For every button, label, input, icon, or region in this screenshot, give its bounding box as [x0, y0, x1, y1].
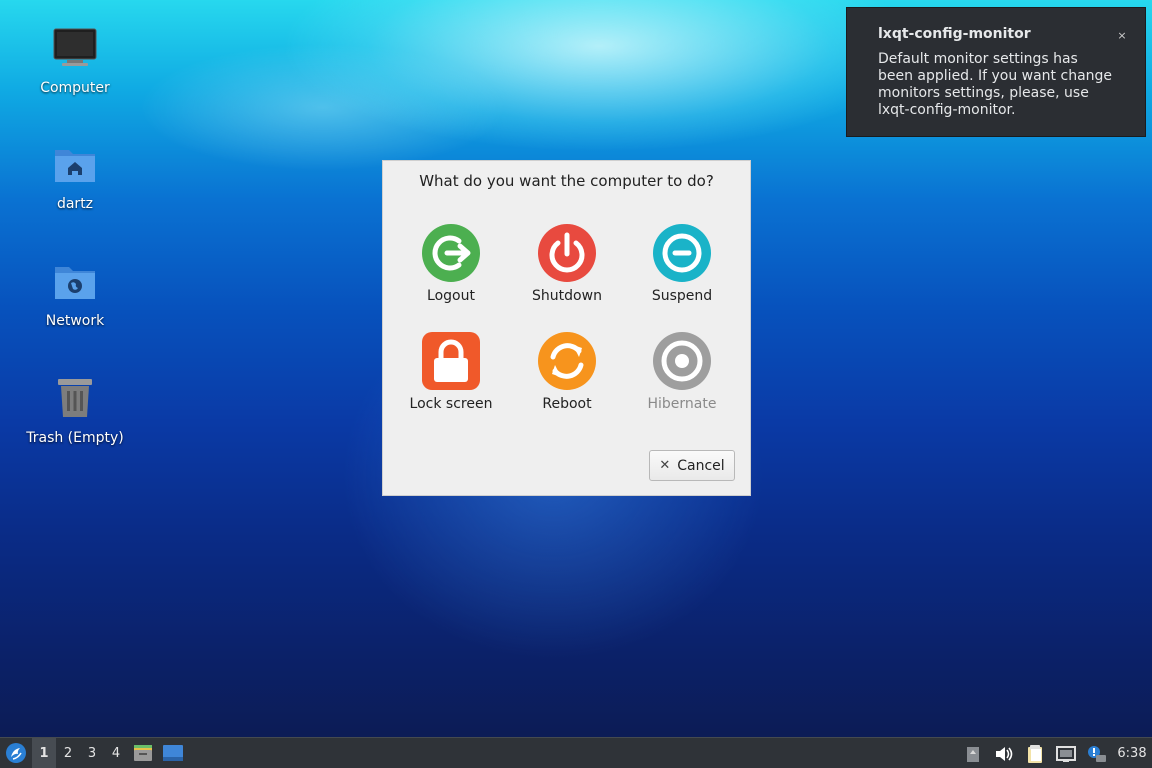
taskbar: 1 2 3 4 6:38: [0, 737, 1152, 768]
suspend-label: Suspend: [651, 288, 713, 304]
notification-body: Default monitor settings has been applie…: [878, 51, 1113, 118]
lock-screen-button[interactable]: Lock screen: [396, 331, 506, 412]
desktop-switch-2[interactable]: 2: [56, 738, 80, 768]
hibernate-icon: [653, 332, 711, 390]
shutdown-button[interactable]: Shutdown: [512, 223, 622, 304]
desktop-icon-network[interactable]: Network: [20, 257, 130, 329]
suspend-icon: [653, 224, 711, 282]
network-folder-icon: [51, 257, 99, 305]
network-icon[interactable]: [1050, 738, 1081, 768]
power-icon: [538, 224, 596, 282]
system-tray: 6:38: [957, 738, 1152, 768]
desktop-icon-label: Computer: [40, 80, 110, 96]
reboot-button[interactable]: Reboot: [512, 331, 622, 412]
computer-icon: [51, 24, 99, 72]
close-icon: ✕: [659, 458, 671, 473]
clipboard-icon[interactable]: [1019, 738, 1050, 768]
desktop-icon-label: Network: [45, 313, 105, 329]
home-folder-icon: [51, 140, 99, 188]
volume-icon[interactable]: [988, 738, 1019, 768]
battery-icon[interactable]: [957, 738, 988, 768]
shutdown-label: Shutdown: [532, 288, 602, 304]
trash-icon: [51, 374, 99, 422]
close-icon[interactable]: ×: [1113, 26, 1131, 44]
dialog-question: What do you want the computer to do?: [419, 172, 714, 190]
desktop-switch-1[interactable]: 1: [32, 737, 56, 768]
cancel-button[interactable]: ✕ Cancel: [649, 450, 735, 481]
logout-icon: [422, 224, 480, 282]
desktop-icon-label: dartz: [56, 196, 94, 212]
notification-title: lxqt-config-monitor: [878, 26, 1031, 42]
notification-popup[interactable]: lxqt-config-monitor Default monitor sett…: [846, 7, 1146, 137]
show-desktop-icon[interactable]: [158, 738, 188, 768]
lock-screen-label: Lock screen: [409, 396, 493, 412]
lock-icon: [422, 332, 480, 390]
logout-button[interactable]: Logout: [396, 223, 506, 304]
desktop-icon-computer[interactable]: Computer: [20, 24, 130, 96]
suspend-button[interactable]: Suspend: [627, 223, 737, 304]
hibernate-label: Hibernate: [647, 396, 717, 412]
file-manager-icon[interactable]: [128, 738, 158, 768]
reboot-icon: [538, 332, 596, 390]
reboot-label: Reboot: [542, 396, 592, 412]
leave-dialog: What do you want the computer to do? Log…: [382, 160, 751, 496]
lxqt-menu-icon[interactable]: [0, 738, 32, 768]
update-notifier-icon[interactable]: [1081, 738, 1112, 768]
clock[interactable]: 6:38: [1112, 738, 1152, 768]
desktop-icon-home[interactable]: dartz: [20, 140, 130, 212]
desktop-icon-label: Trash (Empty): [26, 430, 124, 446]
cancel-label: Cancel: [677, 457, 725, 474]
desktop-switch-4[interactable]: 4: [104, 738, 128, 768]
hibernate-button: Hibernate: [627, 331, 737, 412]
logout-label: Logout: [427, 288, 475, 304]
desktop-icon-trash[interactable]: Trash (Empty): [20, 374, 130, 446]
desktop-switch-3[interactable]: 3: [80, 738, 104, 768]
